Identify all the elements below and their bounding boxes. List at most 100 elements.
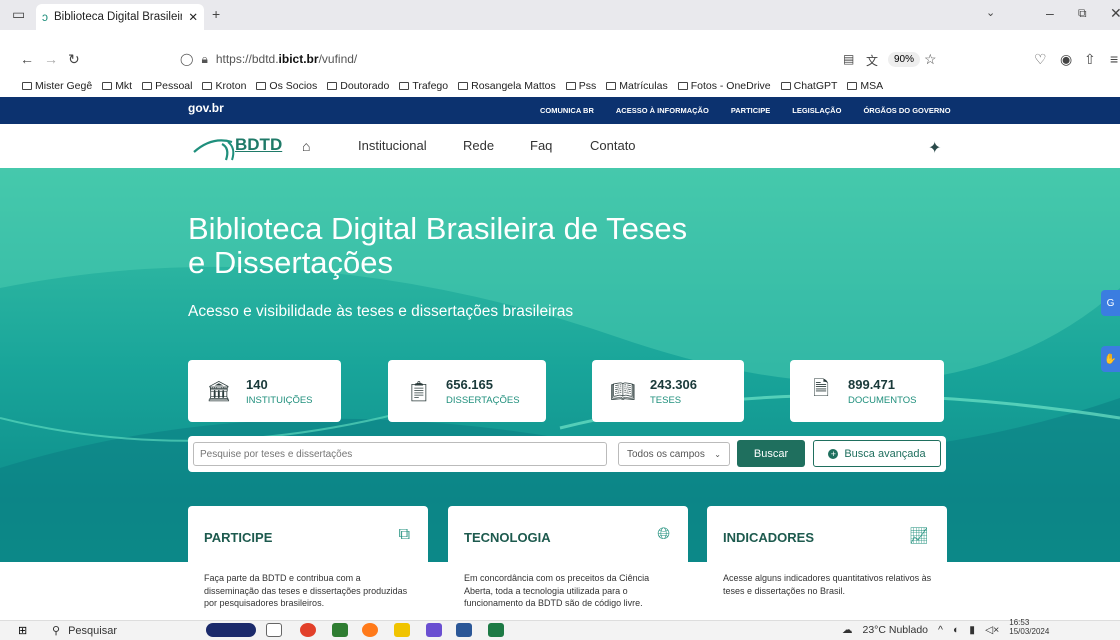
search-input[interactable] bbox=[193, 442, 607, 466]
tab-list-icon[interactable]: ⌄ bbox=[986, 6, 995, 19]
new-tab-icon[interactable]: + bbox=[212, 6, 220, 22]
bookmark-item[interactable]: ChatGPT bbox=[780, 80, 837, 92]
card-indicadores[interactable]: INDICADORES 📈︎ Acesse alguns indicadores… bbox=[707, 506, 947, 610]
close-window-icon[interactable]: ✕ bbox=[1110, 5, 1120, 22]
bookmark-item[interactable]: Os Socios bbox=[256, 80, 317, 92]
advanced-search-button[interactable]: + Busca avançada bbox=[813, 440, 941, 467]
weather-text[interactable]: 23°C Nublado bbox=[863, 624, 929, 636]
firefox-icon[interactable] bbox=[362, 623, 378, 637]
bdtd-logo-text[interactable]: BDTD bbox=[235, 135, 282, 155]
network-icon[interactable]: ◐ bbox=[953, 624, 959, 636]
gov-link[interactable]: LEGISLAÇÃO bbox=[792, 106, 841, 115]
bookmark-label: Pessoal bbox=[155, 80, 193, 92]
bookmark-item[interactable]: Mister Gegê bbox=[22, 80, 92, 92]
book-icon: 📖︎ bbox=[610, 380, 636, 403]
account-icon[interactable]: ◉ bbox=[1060, 51, 1072, 68]
card-participe[interactable]: PARTICIPE ⧉ Faça parte da BDTD e contrib… bbox=[188, 506, 428, 610]
stat-dissertacoes[interactable]: 📋︎ 656.165 DISSERTAÇÕES bbox=[388, 360, 546, 422]
task-view-icon[interactable] bbox=[266, 623, 282, 637]
excel-icon[interactable] bbox=[488, 623, 504, 637]
copilot-icon[interactable] bbox=[206, 623, 256, 637]
hero-subtitle: Acesso e visibilidade às teses e dissert… bbox=[188, 303, 574, 320]
back-icon[interactable]: ← bbox=[20, 51, 34, 67]
nav-faq[interactable]: Faq bbox=[530, 138, 552, 153]
menu-icon[interactable]: ≡ bbox=[1110, 51, 1118, 67]
bookmark-item[interactable]: Doutorado bbox=[327, 80, 389, 92]
gov-link[interactable]: ACESSO À INFORMAÇÃO bbox=[616, 106, 709, 115]
home-icon[interactable]: ⌂ bbox=[302, 138, 310, 154]
url-text: https://bdtd.ibict.br/vufind/ bbox=[215, 52, 358, 66]
teams-icon[interactable] bbox=[426, 623, 442, 637]
advanced-search-label: Busca avançada bbox=[844, 447, 926, 460]
folder-icon bbox=[202, 82, 213, 90]
bookmark-item[interactable]: Pessoal bbox=[142, 80, 192, 92]
bookmark-star-icon[interactable]: ☆ bbox=[924, 51, 937, 68]
stat-label: DOCUMENTOS bbox=[848, 394, 917, 406]
stat-label: TESES bbox=[650, 394, 682, 406]
pocket-icon[interactable]: ♡ bbox=[1034, 51, 1047, 68]
bookmark-item[interactable]: Fotos - OneDrive bbox=[677, 80, 771, 92]
bookmark-label: Doutorado bbox=[340, 80, 390, 92]
card-body: Faça parte da BDTD e contribua com a dis… bbox=[204, 573, 408, 608]
file-explorer-icon[interactable] bbox=[394, 623, 410, 637]
share-icon[interactable]: ⇧ bbox=[1084, 51, 1096, 68]
tab-overview-icon[interactable]: ▭ bbox=[12, 6, 25, 23]
accessibility-icon[interactable]: ✦ bbox=[928, 138, 941, 158]
bdtd-favicon-icon: ↄ bbox=[42, 10, 48, 24]
bookmark-item[interactable]: Matrículas bbox=[606, 80, 668, 92]
app-icon[interactable] bbox=[332, 623, 348, 637]
nav-rede[interactable]: Rede bbox=[463, 138, 494, 153]
search-button[interactable]: Buscar bbox=[737, 440, 805, 467]
clock[interactable]: 16:53 15/03/2024 bbox=[1009, 618, 1049, 636]
stat-value: 140 bbox=[246, 376, 268, 392]
bookmark-item[interactable]: Mkt bbox=[102, 80, 132, 92]
bookmark-item[interactable]: Pss bbox=[565, 80, 596, 92]
govbr-logo[interactable]: gov.br bbox=[188, 101, 224, 115]
taskbar-search[interactable]: ⚲ Pesquisar bbox=[52, 624, 117, 638]
gov-link[interactable]: COMUNICA BR bbox=[540, 106, 594, 115]
stat-documentos[interactable]: 🗎︎ 899.471 DOCUMENTOS bbox=[790, 360, 944, 422]
gov-link[interactable]: PARTICIPE bbox=[731, 106, 770, 115]
clock-time: 16:53 bbox=[1009, 618, 1030, 627]
url-bar[interactable]: ◯ 🔒︎ https://bdtd.ibict.br/vufind/ bbox=[180, 48, 810, 70]
stat-teses[interactable]: 📖︎ 243.306 TESES bbox=[592, 360, 744, 422]
stat-instituicoes[interactable]: 🏛︎ 140 INSTITUIÇÕES bbox=[188, 360, 341, 422]
translate-widget-icon[interactable]: G bbox=[1101, 290, 1120, 316]
accessibility-widget-icon[interactable]: ✋ bbox=[1101, 346, 1120, 372]
bookmark-item[interactable]: Trafego bbox=[399, 80, 448, 92]
bookmark-label: Mister Gegê bbox=[35, 80, 93, 92]
bookmark-item[interactable]: Kroton bbox=[202, 80, 246, 92]
search-field-select[interactable]: Todos os campos ⌄ bbox=[618, 442, 730, 466]
folder-icon bbox=[142, 82, 153, 90]
zoom-level[interactable]: 90% bbox=[888, 52, 921, 67]
document-icon: 🗎︎ bbox=[812, 378, 830, 400]
gov-links: COMUNICA BR ACESSO À INFORMAÇÃO PARTICIPE L… bbox=[540, 106, 951, 115]
forward-icon[interactable]: → bbox=[44, 51, 58, 67]
bookmark-item[interactable]: MSA bbox=[847, 80, 883, 92]
nav-institucional[interactable]: Institucional bbox=[358, 138, 427, 153]
windows-start-icon[interactable]: ⊞ bbox=[18, 624, 27, 637]
weather-icon[interactable]: ☁ bbox=[842, 624, 853, 636]
chevron-up-icon[interactable]: ^ bbox=[938, 624, 943, 636]
reload-icon[interactable]: ↻ bbox=[68, 51, 80, 68]
site-header bbox=[0, 124, 1120, 168]
browser-tab[interactable]: ↄ Biblioteca Digital Brasileira ✕ bbox=[36, 4, 204, 30]
word-icon[interactable] bbox=[456, 623, 472, 637]
battery-icon[interactable]: ▮ bbox=[969, 624, 975, 636]
gov-link[interactable]: ÓRGÃOS DO GOVERNO bbox=[863, 106, 950, 115]
minimize-icon[interactable]: – bbox=[1046, 5, 1054, 21]
bookmark-item[interactable]: Rosangela Mattos bbox=[458, 80, 556, 92]
folder-icon bbox=[256, 82, 267, 90]
chrome-icon[interactable] bbox=[300, 623, 316, 637]
reader-view-icon[interactable]: ▤ bbox=[843, 52, 854, 66]
institution-icon: 🏛︎ bbox=[206, 380, 232, 403]
folder-icon bbox=[780, 82, 791, 90]
volume-icon[interactable]: ◁× bbox=[985, 624, 999, 636]
restore-icon[interactable]: ⧉ bbox=[1078, 6, 1087, 21]
card-tecnologia[interactable]: TECNOLOGIA 🌐︎ Em concordância com os pre… bbox=[448, 506, 688, 610]
translate-icon[interactable]: 文 bbox=[866, 52, 878, 69]
nav-contato[interactable]: Contato bbox=[590, 138, 636, 153]
search-icon: ⚲ bbox=[52, 625, 61, 637]
tab-close-icon[interactable]: ✕ bbox=[188, 10, 198, 24]
clipboard-icon: 📋︎ bbox=[406, 380, 432, 403]
